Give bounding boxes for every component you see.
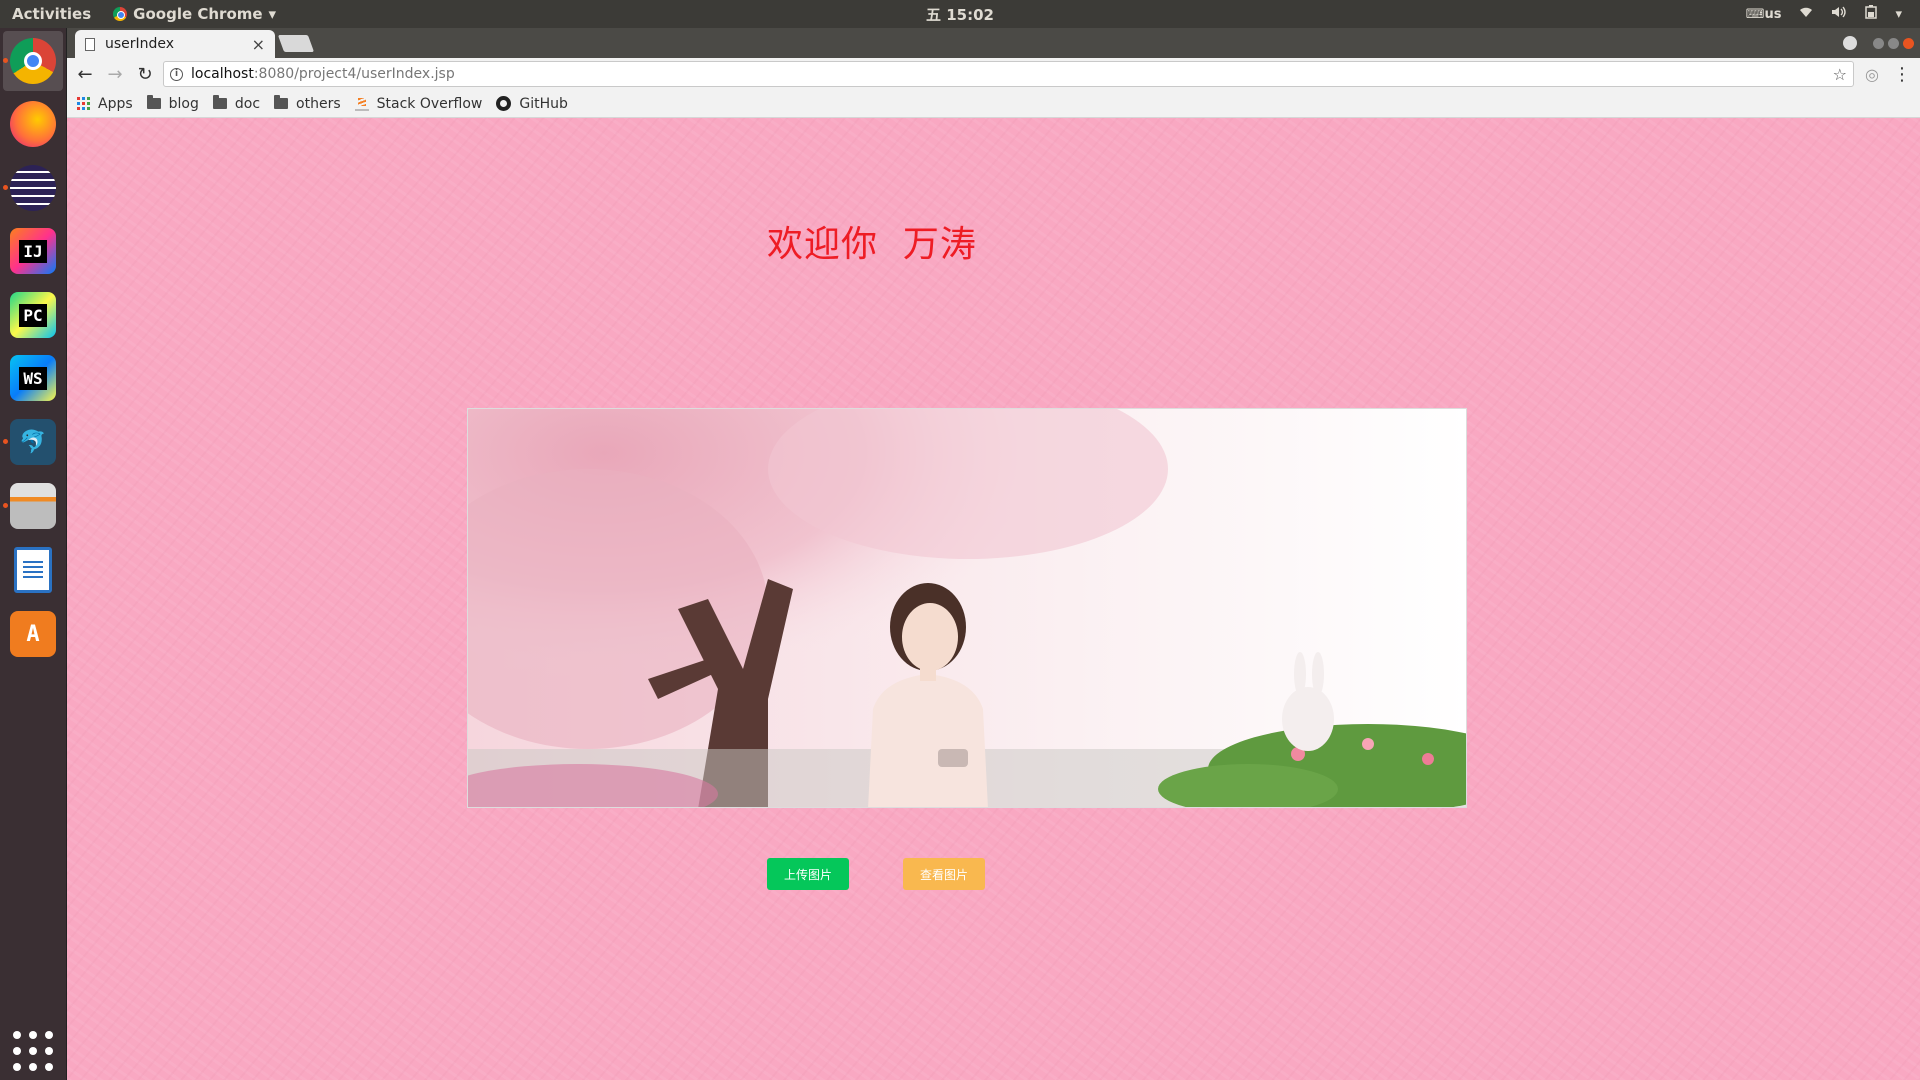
forward-icon[interactable]: → [103, 62, 127, 86]
running-indicator [3, 185, 8, 190]
caret-down-icon: ▾ [268, 5, 277, 23]
firefox-icon [10, 101, 56, 147]
launcher-webstorm[interactable]: WS [3, 348, 63, 408]
apps-grid-icon [77, 97, 90, 110]
browser-toolbar: ← → ↻ i localhost :8080/project4/userInd… [67, 58, 1920, 90]
bookmark-label: GitHub [519, 95, 568, 112]
bookmark-stack-overflow[interactable]: Stack Overflow [354, 95, 483, 112]
upload-image-button[interactable]: 上传图片 [767, 858, 849, 890]
wifi-icon[interactable] [1799, 6, 1813, 22]
github-icon [496, 96, 512, 111]
bookmark-doc[interactable]: doc [212, 95, 261, 112]
launcher-eclipse[interactable] [3, 158, 63, 218]
photo-illustration [468, 409, 1466, 807]
launcher-pycharm[interactable]: PC [3, 285, 63, 345]
chrome-window: userIndex × ← → ↻ i localhost :8080/proj… [67, 28, 1920, 1080]
app-menu-label: Google Chrome [133, 5, 263, 23]
bookmark-label: Apps [98, 95, 133, 112]
libreoffice-writer-icon [14, 547, 52, 593]
page-content: 欢迎你 万涛 上传图片 查看图片 [67, 118, 1920, 1080]
close-tab-icon[interactable]: × [252, 35, 265, 54]
new-tab-button[interactable] [277, 35, 315, 52]
reload-icon[interactable]: ↻ [133, 62, 157, 86]
launcher-firefox[interactable] [3, 94, 63, 154]
page-icon [85, 37, 95, 51]
bookmarks-bar: Apps blog doc others Stack Overflow GitH… [67, 90, 1920, 118]
launcher-intellij[interactable]: IJ [3, 221, 63, 281]
tab-userindex[interactable]: userIndex × [75, 30, 275, 58]
running-indicator [3, 503, 8, 508]
stack-overflow-icon [354, 97, 369, 111]
folder-icon [212, 95, 227, 109]
bookmark-label: Stack Overflow [376, 95, 483, 112]
bookmark-star-icon[interactable]: ☆ [1833, 65, 1847, 84]
bookmark-label: blog [168, 95, 199, 112]
file-manager-icon [10, 483, 56, 529]
bookmark-label: doc [234, 95, 261, 112]
mysql-workbench-icon: 🐬 [10, 419, 56, 465]
volume-icon[interactable] [1831, 6, 1847, 22]
launcher-mysql-workbench[interactable]: 🐬 [3, 412, 63, 472]
system-top-bar: Activities Google Chrome ▾ 五 15:02 ⌨us ▾ [0, 0, 1920, 28]
minimize-button[interactable] [1873, 37, 1884, 49]
intellij-icon: IJ [10, 228, 56, 274]
system-tray: ⌨us ▾ [1746, 0, 1902, 28]
cherry-blossom-photo [467, 408, 1467, 808]
menu-kebab-icon[interactable]: ⋮ [1890, 62, 1914, 86]
battery-icon[interactable] [1865, 5, 1878, 23]
activities-button[interactable]: Activities [12, 5, 91, 23]
address-bar[interactable]: i localhost :8080/project4/userIndex.jsp… [163, 61, 1854, 87]
launcher-dock: IJ PC WS 🐬 A [0, 28, 67, 1080]
launcher-software-center[interactable]: A [3, 604, 63, 664]
bookmark-github[interactable]: GitHub [496, 96, 568, 112]
launcher-writer[interactable] [3, 540, 63, 600]
running-indicator [3, 58, 8, 63]
info-icon[interactable]: i [170, 67, 183, 81]
eclipse-icon [10, 165, 56, 211]
window-controls [1843, 36, 1914, 50]
tab-title: userIndex [105, 36, 175, 52]
pycharm-icon: PC [10, 292, 56, 338]
running-indicator [3, 439, 8, 444]
url-host: localhost [191, 66, 254, 82]
folder-icon [274, 95, 289, 109]
software-center-icon: A [10, 611, 56, 657]
welcome-heading: 欢迎你 万涛 [767, 224, 977, 265]
bookmark-blog[interactable]: blog [146, 95, 199, 112]
keyboard-layout-indicator[interactable]: ⌨us [1746, 7, 1782, 22]
close-window-button[interactable] [1903, 37, 1914, 49]
folder-icon [146, 95, 161, 109]
extension-icon[interactable]: ◎ [1860, 62, 1884, 86]
bookmark-others[interactable]: others [274, 95, 341, 112]
show-applications-icon [13, 1031, 53, 1071]
bookmark-label: others [296, 95, 341, 112]
chrome-icon [10, 38, 56, 84]
bookmark-apps[interactable]: Apps [77, 96, 133, 112]
url-path: :8080/project4/userIndex.jsp [253, 66, 455, 82]
clock[interactable]: 五 15:02 [0, 4, 1920, 25]
chrome-icon [113, 7, 128, 21]
keyboard-layout-label: us [1764, 6, 1782, 22]
webstorm-icon: WS [10, 355, 56, 401]
launcher-chrome[interactable] [3, 31, 63, 91]
view-images-button[interactable]: 查看图片 [903, 858, 985, 890]
system-menu-caret-icon[interactable]: ▾ [1895, 7, 1902, 22]
maximize-button[interactable] [1888, 37, 1899, 49]
profile-icon[interactable] [1843, 36, 1857, 50]
show-applications-button[interactable] [3, 1021, 63, 1080]
back-icon[interactable]: ← [73, 62, 97, 86]
app-menu[interactable]: Google Chrome ▾ [113, 5, 276, 23]
launcher-files[interactable] [3, 476, 63, 536]
tab-strip: userIndex × [67, 28, 1920, 58]
